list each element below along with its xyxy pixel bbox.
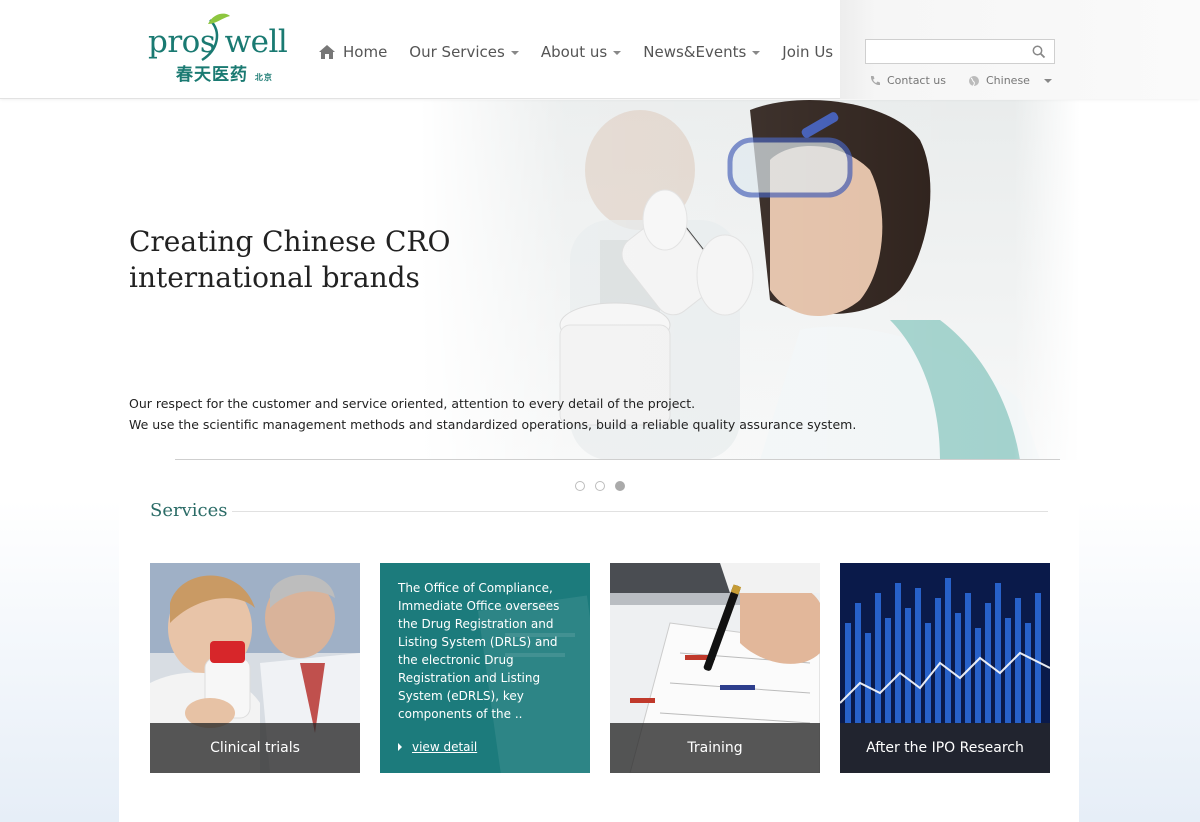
hero-banner: Creating Chinese CRO international brand… [0, 100, 1200, 460]
hero-title: Creating Chinese CRO international brand… [129, 225, 451, 294]
card-caption: After the IPO Research [840, 723, 1050, 773]
card-description: The Office of Compliance, Immediate Offi… [398, 581, 560, 721]
service-card-compliance: The Office of Compliance, Immediate Offi… [380, 563, 590, 773]
view-detail-label: view detail [412, 740, 478, 754]
language-label: Chinese [986, 74, 1030, 87]
search-box [865, 39, 1055, 64]
nav-label: About us [540, 43, 608, 61]
logo-wordmark: pros well [148, 24, 288, 60]
arrow-right-icon [398, 743, 402, 751]
search-input[interactable] [866, 40, 1026, 63]
search-icon[interactable] [1032, 45, 1046, 59]
contact-us-link[interactable]: Contact us [869, 74, 946, 87]
home-icon [319, 45, 335, 59]
phone-icon [870, 75, 880, 85]
nav-item-our-services[interactable]: Our Services [409, 43, 519, 61]
services-heading: Services [150, 500, 228, 521]
nav-label: Join Us [782, 43, 834, 61]
nav-item-about-us[interactable]: About us [540, 43, 622, 61]
language-selector[interactable]: Chinese [968, 74, 1030, 87]
service-card-training[interactable]: Training [610, 563, 820, 773]
chevron-down-icon [613, 51, 622, 55]
nav-label: News&Events [643, 43, 747, 61]
services-divider [232, 511, 1048, 512]
contact-us-label: Contact us [887, 74, 946, 87]
slide-dot-1[interactable] [575, 481, 585, 491]
service-card-clinical-trials[interactable]: Clinical trials [150, 563, 360, 773]
slide-dot-3[interactable] [615, 481, 625, 491]
nav-item-news-events[interactable]: News&Events [643, 43, 761, 61]
main-navigation: Home Our Services About us News&Events J… [318, 40, 855, 64]
logo-chinese-name: 春天医药 北京 [176, 65, 273, 85]
nav-item-join-us[interactable]: Join Us [782, 43, 833, 61]
card-caption: Clinical trials [150, 723, 360, 773]
nav-label: Home [343, 43, 388, 61]
chevron-down-icon [510, 51, 519, 55]
nav-item-home[interactable]: Home [318, 43, 387, 61]
hero-description-line: Our respect for the customer and service… [129, 396, 696, 411]
slider-pagination [575, 481, 635, 491]
hero-description: Our respect for the customer and service… [129, 393, 889, 435]
site-logo[interactable]: pros well 春天医药 北京 [148, 10, 288, 85]
globe-icon [969, 75, 979, 86]
hero-description-line: We use the scientific management methods… [129, 417, 857, 432]
card-caption: Training [610, 723, 820, 773]
view-detail-link[interactable]: view detail [398, 740, 477, 754]
chevron-down-icon [752, 51, 761, 55]
nav-label: Our Services [409, 43, 505, 61]
service-card-ipo-research[interactable]: After the IPO Research [840, 563, 1050, 773]
slide-dot-2[interactable] [595, 481, 605, 491]
chevron-down-icon[interactable] [1044, 79, 1052, 83]
